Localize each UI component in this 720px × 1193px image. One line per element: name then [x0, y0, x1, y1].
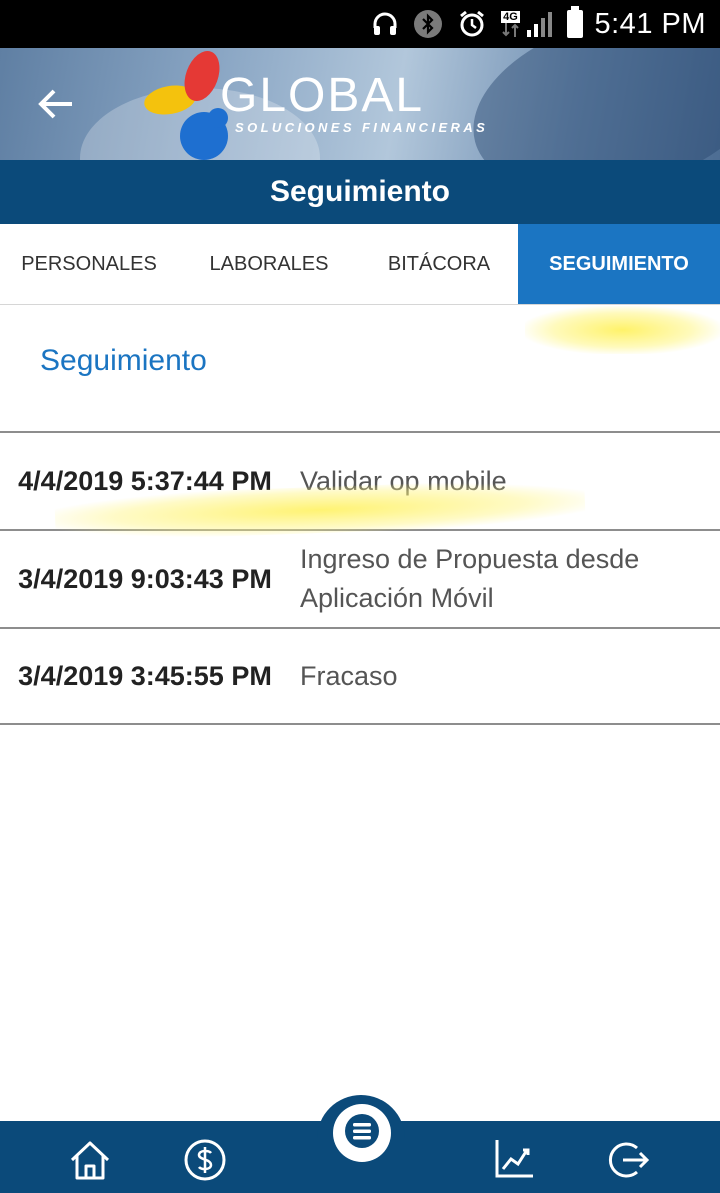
tab-laborales[interactable]: LABORALES — [178, 224, 360, 304]
menu-button[interactable] — [333, 1104, 391, 1162]
tab-seguimiento[interactable]: SEGUIMIENTO — [518, 224, 720, 304]
highlight-mark — [525, 306, 720, 354]
dollar-icon[interactable] — [183, 1138, 227, 1182]
battery-icon — [566, 6, 583, 38]
network-label: 4G — [501, 11, 520, 23]
network-4g-icon: 4G — [501, 11, 521, 37]
menu-icon — [344, 1113, 380, 1154]
row-description: Ingreso de Propuesta desde Aplicación Mó… — [300, 544, 640, 613]
list-item: 3/4/2019 9:03:43 PM Ingreso de Propuesta… — [0, 529, 720, 627]
tab-personales[interactable]: PERSONALES — [0, 224, 178, 304]
signal-icon — [525, 10, 553, 38]
tracking-list: 4/4/2019 5:37:44 PM Validar op mobile 3/… — [0, 431, 720, 725]
logo-text: GLOBAL — [220, 69, 425, 122]
logout-icon[interactable] — [607, 1138, 651, 1182]
section-title: Seguimiento — [40, 344, 207, 377]
logo-subtitle: SOLUCIONES FINANCIERAS — [235, 120, 489, 135]
row-description: Fracaso — [300, 660, 398, 691]
row-date: 3/4/2019 9:03:43 PM — [18, 563, 272, 594]
header-banner: GLOBAL SOLUCIONES FINANCIERAS — [0, 48, 720, 160]
home-icon[interactable] — [68, 1138, 112, 1182]
bluetooth-icon — [413, 9, 443, 39]
tab-bitacora[interactable]: BITÁCORA — [360, 224, 518, 304]
back-arrow-icon[interactable] — [36, 84, 76, 124]
status-time: 5:41 PM — [594, 7, 706, 40]
global-logo: GLOBAL SOLUCIONES FINANCIERAS — [140, 48, 490, 160]
alarm-icon — [457, 9, 487, 39]
chart-icon[interactable] — [493, 1136, 537, 1180]
headphones-icon — [371, 10, 399, 38]
page-title: Seguimiento — [0, 160, 720, 224]
status-bar: 4G 5:41 PM — [0, 0, 720, 48]
tab-bar: PERSONALES LABORALES BITÁCORA SEGUIMIENT… — [0, 224, 720, 305]
list-item: 3/4/2019 3:45:55 PM Fracaso — [0, 627, 720, 725]
row-date: 3/4/2019 3:45:55 PM — [18, 660, 272, 691]
